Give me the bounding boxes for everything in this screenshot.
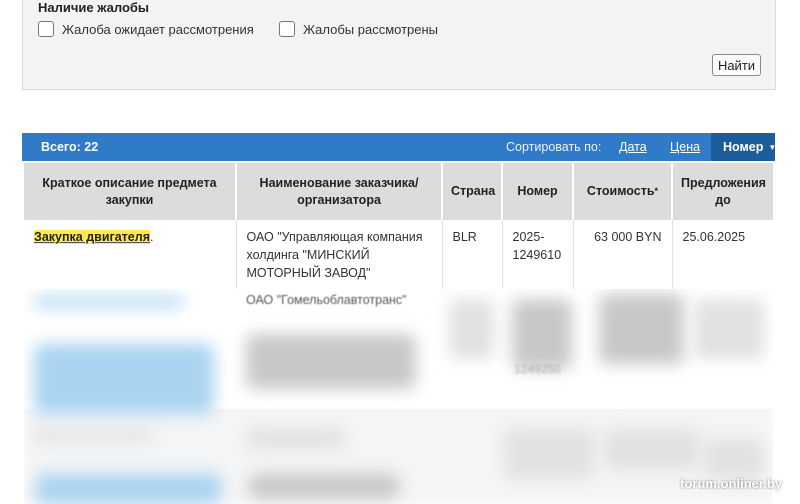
- blurred-text: [504, 429, 594, 479]
- pending-label: Жалоба ожидает рассмотрения: [62, 21, 254, 37]
- cost-cell: 63 000 BYN: [573, 220, 673, 290]
- partial-organizer-text: ОАО "Гомельоблавтотранс": [246, 293, 407, 307]
- sort-by-number-active[interactable]: Номер ▼: [711, 133, 777, 161]
- complaint-filter-panel: Наличие жалобы Жалоба ожидает рассмотрен…: [22, 0, 776, 90]
- blurred-rows: ОАО "Гомельоблавтотранс" 1249250: [24, 289, 773, 504]
- find-button[interactable]: Найти: [712, 54, 761, 76]
- cost-footnote-marker: *: [654, 186, 659, 196]
- blurred-link: [32, 429, 152, 441]
- partial-number-text: 1249250: [514, 362, 561, 376]
- blurred-text: [512, 299, 572, 369]
- sort-by-date-link[interactable]: Дата: [619, 140, 647, 154]
- blurred-link: [36, 474, 221, 504]
- subject-link[interactable]: Закупка двигателя: [34, 230, 150, 244]
- filter-option-pending[interactable]: Жалоба ожидает рассмотрения: [38, 21, 254, 37]
- subject-suffix: .: [150, 230, 154, 244]
- blurred-text: [246, 334, 416, 389]
- organizer-cell: ОАО "Управляющая компания холдинга "МИНС…: [236, 220, 443, 290]
- header-organizer: Наименование заказчика/ организатора: [236, 163, 443, 220]
- table-row: Закупка двигателя. ОАО "Управляющая комп…: [24, 220, 773, 290]
- deadline-cell: 25.06.2025: [672, 220, 773, 290]
- blurred-text: [449, 299, 494, 359]
- site-watermark: forum.onliner.by: [680, 476, 782, 491]
- header-cost: Стоимость*: [573, 163, 673, 220]
- sort-label: Сортировать по:: [506, 140, 602, 154]
- filter-option-reviewed[interactable]: Жалобы рассмотрены: [279, 21, 438, 37]
- subject-cell: Закупка двигателя.: [24, 220, 237, 290]
- total-count: Всего: 22: [41, 140, 99, 154]
- reviewed-label: Жалобы рассмотрены: [303, 21, 439, 37]
- blurred-link: [34, 344, 214, 414]
- blurred-text: [694, 299, 764, 359]
- filter-title: Наличие жалобы: [38, 0, 150, 15]
- sort-active-label: Номер: [723, 140, 764, 154]
- sort-by-price-link[interactable]: Цена: [670, 140, 700, 154]
- blurred-text: [704, 439, 764, 479]
- header-number: Номер: [502, 163, 574, 220]
- blurred-text: [599, 294, 684, 364]
- country-cell: BLR: [442, 220, 503, 290]
- header-cost-label: Стоимость: [586, 184, 655, 198]
- results-header-bar: Всего: 22 Сортировать по: Дата Цена Номе…: [22, 133, 777, 161]
- blurred-link: [34, 297, 184, 307]
- caret-down-icon: ▼: [768, 143, 777, 152]
- table-header-row: Краткое описание предмета закупки Наимен…: [24, 163, 773, 220]
- header-country: Страна: [442, 163, 503, 220]
- procurement-table: Краткое описание предмета закупки Наимен…: [24, 163, 773, 290]
- number-cell: 2025-1249610: [502, 220, 574, 290]
- blurred-text: [604, 429, 699, 469]
- header-deadline: Предложения до: [672, 163, 773, 220]
- blurred-text: [246, 429, 346, 449]
- reviewed-checkbox[interactable]: [279, 21, 295, 37]
- pending-checkbox[interactable]: [38, 21, 54, 37]
- header-subject: Краткое описание предмета закупки: [24, 163, 237, 220]
- blurred-text: [249, 474, 399, 499]
